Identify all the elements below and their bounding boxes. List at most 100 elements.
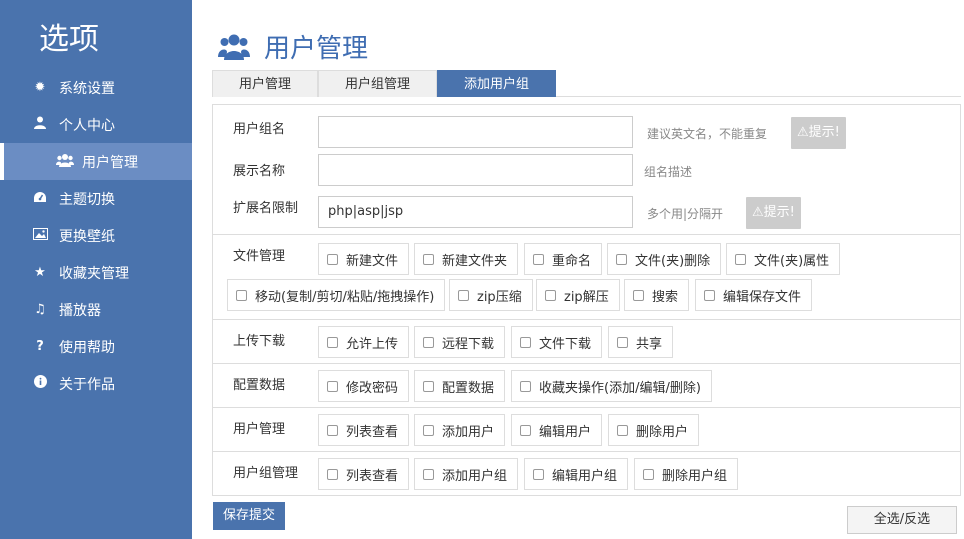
checkbox-properties[interactable]: 文件(夹)属性 (726, 243, 841, 275)
users-icon (218, 33, 250, 61)
checkbox-remote-download[interactable]: 远程下载 (414, 326, 506, 358)
checkbox-rename[interactable]: 重命名 (524, 243, 603, 275)
checkbox-box[interactable] (633, 289, 644, 301)
tab-group-management[interactable]: 用户组管理 (318, 70, 438, 97)
sidebar-item-label: 个人中心 (59, 117, 115, 134)
star-icon: ★ (34, 265, 46, 280)
checkbox-box[interactable] (423, 468, 434, 480)
users-icon (56, 153, 74, 171)
checkbox-box[interactable] (533, 468, 544, 480)
group-name-label: 用户组名 (233, 122, 286, 137)
display-name-input[interactable] (318, 154, 633, 186)
checkbox-add-group[interactable]: 添加用户组 (414, 458, 519, 490)
question-icon: ? (36, 339, 44, 354)
display-name-hint: 组名描述 (644, 165, 693, 179)
sidebar-item-favorites[interactable]: ★ 收藏夹管理 (0, 254, 192, 291)
checkbox-box[interactable] (643, 468, 654, 480)
checkbox-box[interactable] (327, 424, 338, 436)
select-all-button[interactable]: 全选/反选 (847, 506, 957, 534)
checkbox-box[interactable] (533, 253, 544, 265)
group-name-hint: 建议英文名，不能重复 (647, 127, 768, 141)
checkbox-add-user[interactable]: 添加用户 (414, 414, 506, 446)
sidebar-item-label: 收藏夹管理 (59, 265, 129, 282)
sidebar-item-label: 更换壁纸 (59, 228, 115, 245)
checkbox-box[interactable] (327, 380, 338, 392)
group-name-tip-button[interactable]: ⚠提示! (791, 117, 846, 149)
checkbox-box[interactable] (423, 424, 434, 436)
section-label: 文件管理 (233, 249, 286, 264)
checkbox-box[interactable] (327, 253, 338, 265)
file-permissions-section: 文件管理 新建文件 新建文件夹 重命名 文件(夹)删除 文件(夹)属性 移动(复… (213, 235, 960, 320)
checkbox-box[interactable] (458, 289, 469, 301)
add-group-form: 用户组名 建议英文名，不能重复 ⚠提示! 展示名称 组名描述 扩展名限制 php… (212, 104, 961, 496)
sidebar-item-label: 系统设置 (59, 80, 115, 97)
checkbox-change-password[interactable]: 修改密码 (318, 370, 410, 402)
checkbox-edit-user[interactable]: 编辑用户 (511, 414, 603, 446)
info-icon (32, 375, 48, 392)
checkbox-user-list[interactable]: 列表查看 (318, 414, 410, 446)
warning-icon: ⚠ (752, 205, 764, 220)
checkbox-box[interactable] (423, 253, 434, 265)
checkbox-share[interactable]: 共享 (608, 326, 674, 358)
checkbox-search[interactable]: 搜索 (624, 279, 690, 311)
checkbox-favorites-ops[interactable]: 收藏夹操作(添加/编辑/删除) (511, 370, 712, 402)
checkbox-config-data[interactable]: 配置数据 (414, 370, 506, 402)
sidebar-item-player[interactable]: ♫ 播放器 (0, 291, 192, 328)
sidebar-item-personal-center[interactable]: 个人中心 (0, 106, 192, 143)
checkbox-box[interactable] (327, 336, 338, 348)
checkbox-delete-user[interactable]: 删除用户 (608, 414, 700, 446)
checkbox-box[interactable] (520, 380, 531, 392)
sidebar-item-label: 主题切换 (59, 191, 115, 208)
sidebar-item-about[interactable]: 关于作品 (0, 365, 192, 402)
tab-add-group[interactable]: 添加用户组 (437, 70, 557, 97)
checkbox-box[interactable] (616, 253, 627, 265)
checkbox-box[interactable] (617, 424, 628, 436)
sidebar-item-change-wallpaper[interactable]: 更换壁纸 (0, 217, 192, 254)
checkbox-delete[interactable]: 文件(夹)删除 (607, 243, 722, 275)
checkbox-file-download[interactable]: 文件下载 (511, 326, 603, 358)
checkbox-box[interactable] (617, 336, 628, 348)
checkbox-box[interactable] (520, 424, 531, 436)
music-icon: ♫ (34, 302, 46, 317)
checkbox-box[interactable] (423, 336, 434, 348)
checkbox-box[interactable] (423, 380, 434, 392)
checkbox-box[interactable] (545, 289, 556, 301)
checkbox-move[interactable]: 移动(复制/剪切/粘贴/拖拽操作) (227, 279, 446, 311)
checkbox-box[interactable] (520, 336, 531, 348)
section-label: 上传下载 (233, 334, 286, 349)
user-icon (32, 116, 48, 133)
section-label: 用户管理 (233, 422, 286, 437)
ext-limit-hint: 多个用|分隔开 (647, 207, 724, 221)
checkbox-new-file[interactable]: 新建文件 (318, 243, 410, 275)
warning-icon: ⚠ (797, 125, 809, 140)
sidebar-item-theme-switch[interactable]: 主题切换 (0, 180, 192, 217)
checkbox-allow-upload[interactable]: 允许上传 (318, 326, 410, 358)
sidebar-item-system-settings[interactable]: ✹ 系统设置 (0, 69, 192, 106)
config-permissions-section: 配置数据 修改密码 配置数据 收藏夹操作(添加/编辑/删除) (213, 364, 960, 408)
upload-permissions-section: 上传下载 允许上传 远程下载 文件下载 共享 (213, 320, 960, 364)
checkbox-unzip[interactable]: zip解压 (536, 279, 620, 311)
checkbox-box[interactable] (236, 289, 247, 301)
save-button[interactable]: 保存提交 (213, 502, 286, 530)
ext-limit-input[interactable]: php|asp|jsp (318, 196, 633, 228)
sidebar-item-label: 关于作品 (59, 376, 115, 393)
checkbox-box[interactable] (735, 253, 746, 265)
checkbox-box[interactable] (327, 468, 338, 480)
ext-limit-tip-button[interactable]: ⚠提示! (746, 197, 801, 229)
sidebar-item-label: 播放器 (59, 302, 101, 319)
checkbox-zip[interactable]: zip压缩 (449, 279, 533, 311)
tab-user-management[interactable]: 用户管理 (212, 70, 319, 97)
gear-icon: ✹ (34, 80, 46, 95)
checkbox-edit-save[interactable]: 编辑保存文件 (695, 279, 813, 311)
section-label: 配置数据 (233, 378, 286, 393)
sidebar: 选项 ✹ 系统设置 个人中心 用户管理 主题切换 更换壁纸 ★ 收藏夹管理 ♫ … (0, 0, 192, 539)
group-name-input[interactable] (318, 116, 633, 148)
checkbox-edit-group[interactable]: 编辑用户组 (524, 458, 629, 490)
checkbox-box[interactable] (704, 289, 715, 301)
sidebar-item-user-management[interactable]: 用户管理 (0, 143, 192, 180)
sidebar-title: 选项 (39, 22, 99, 57)
sidebar-item-help[interactable]: ? 使用帮助 (0, 328, 192, 365)
checkbox-new-folder[interactable]: 新建文件夹 (414, 243, 519, 275)
checkbox-group-list[interactable]: 列表查看 (318, 458, 410, 490)
checkbox-delete-group[interactable]: 删除用户组 (634, 458, 739, 490)
